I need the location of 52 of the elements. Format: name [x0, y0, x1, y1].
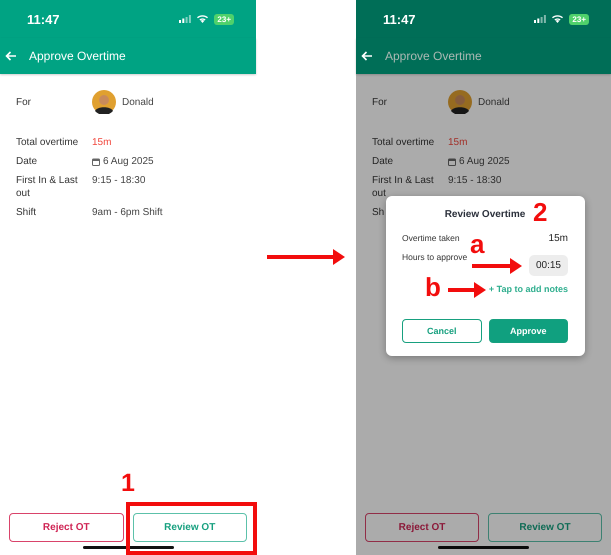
avatar [448, 90, 472, 114]
step-number: 2 [533, 199, 548, 225]
calendar-icon [92, 158, 100, 166]
field-value: 9am - 6pm Shift [92, 206, 163, 219]
arrow-drawing [448, 282, 486, 298]
employee-name: Donald [122, 96, 154, 108]
battery-level: 23+ [569, 14, 589, 24]
add-notes-link[interactable]: + Tap to add notes [488, 284, 568, 294]
approve-button[interactable]: Approve [488, 319, 568, 343]
signal-icon [534, 15, 546, 23]
field-label: Shift [16, 206, 38, 219]
signal-icon [179, 15, 192, 23]
back-arrow-icon[interactable] [5, 51, 17, 61]
reject-button[interactable]: Reject OT [9, 513, 124, 542]
employee-name: Donald [478, 96, 510, 108]
review-button[interactable]: Review OT [488, 513, 602, 542]
field-label: For [372, 96, 388, 108]
dialog-label: Overtime taken [402, 233, 460, 243]
calendar-icon [448, 158, 456, 166]
cancel-button[interactable]: Cancel [402, 319, 482, 343]
field-label: Total overtime [16, 136, 80, 149]
back-arrow-icon[interactable] [361, 51, 373, 61]
field-label: First In & Last out [16, 174, 79, 200]
review-button[interactable]: Review OT [132, 513, 247, 542]
field-label: Date [372, 155, 394, 168]
arrow-drawing [472, 258, 522, 274]
field-value: 6 Aug 2025 [103, 155, 154, 168]
reject-button[interactable]: Reject OT [365, 513, 479, 542]
screen-title: Approve Overtime [29, 49, 126, 63]
field-value: 9:15 - 18:30 [448, 174, 502, 187]
field-label: Date [16, 155, 38, 168]
field-value: 15m [448, 136, 468, 149]
marker-letter: a [470, 231, 484, 257]
wifi-icon [552, 15, 564, 23]
marker-letter: b [425, 274, 441, 300]
avatar [92, 90, 116, 114]
battery-level: 23+ [214, 14, 234, 24]
dialog-label: Hours to approve [402, 252, 468, 262]
status-time: 11:47 [383, 12, 416, 26]
step-number: 1 [121, 471, 135, 496]
field-value: 15m [92, 136, 112, 149]
field-label: Total overtime [372, 136, 436, 149]
wifi-icon [197, 15, 208, 23]
field-value: 6 Aug 2025 [459, 155, 510, 168]
field-label: First In & Last out [372, 174, 435, 200]
dialog-title: Review Overtime [444, 209, 526, 220]
screen-title: Approve Overtime [385, 49, 482, 63]
field-value: 9:15 - 18:30 [92, 174, 146, 187]
dialog-value: 15m [548, 232, 568, 244]
status-time: 11:47 [27, 12, 60, 26]
field-label: For [16, 96, 32, 108]
time-field[interactable]: 00:15 [528, 254, 568, 276]
